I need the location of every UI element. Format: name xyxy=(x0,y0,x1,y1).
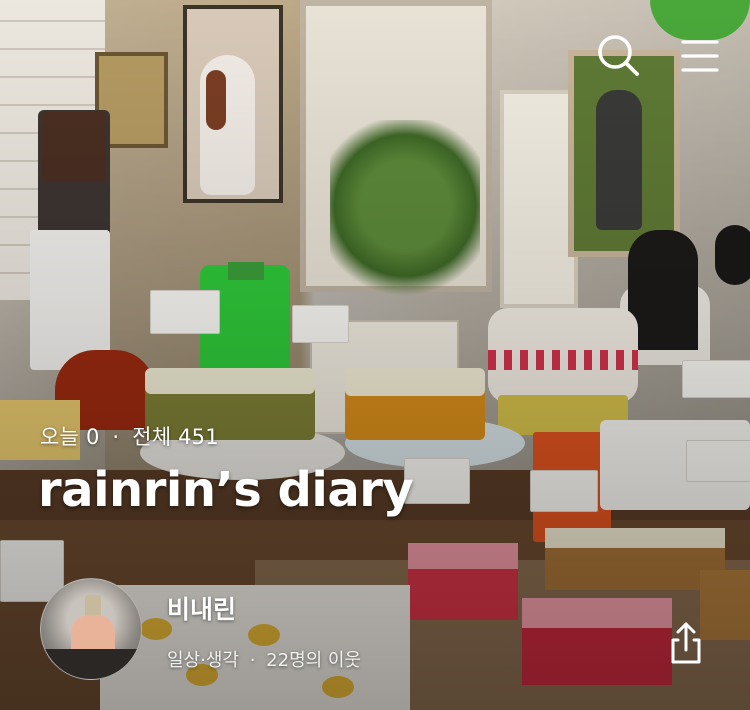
hamburger-menu-icon xyxy=(681,40,719,72)
category-text: 일상·생각 xyxy=(167,650,239,671)
total-count: 451 xyxy=(178,425,219,449)
today-count: 0 xyxy=(85,425,100,449)
blog-title[interactable]: rainrin’s diary xyxy=(38,462,414,518)
today-label: 오늘 xyxy=(40,425,80,449)
visitor-stats: 오늘 0 · 전체 451 xyxy=(40,421,219,451)
avatar-shadow xyxy=(41,649,141,679)
share-button[interactable] xyxy=(664,620,708,666)
blog-meta: 일상·생각 · 22명의 이웃 xyxy=(167,646,361,672)
meta-separator: · xyxy=(249,650,256,671)
nickname[interactable]: 비내린 xyxy=(167,590,236,626)
share-icon xyxy=(671,622,701,664)
avatar[interactable] xyxy=(40,578,142,680)
total-label: 전체 xyxy=(132,425,172,449)
search-button[interactable] xyxy=(593,30,645,82)
stats-separator: · xyxy=(112,425,120,449)
neighbors-link[interactable]: 22명의 이웃 xyxy=(266,650,361,671)
menu-button[interactable] xyxy=(674,30,726,82)
top-bar xyxy=(0,0,750,100)
search-icon xyxy=(598,35,639,76)
